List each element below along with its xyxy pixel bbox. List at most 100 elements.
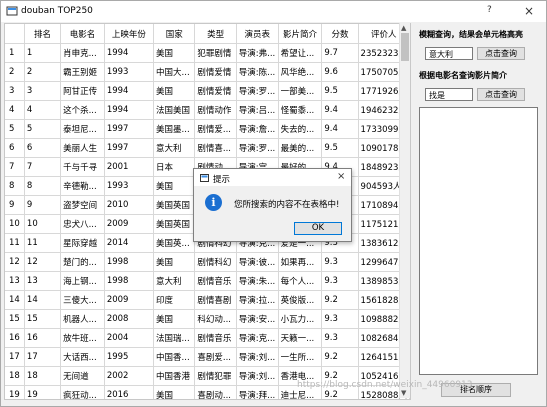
- table-cell[interactable]: 1994: [104, 81, 155, 101]
- scroll-thumb[interactable]: [401, 33, 409, 61]
- table-cell[interactable]: 2008: [104, 309, 155, 329]
- table-cell[interactable]: 肖申克...: [60, 43, 105, 63]
- table-cell[interactable]: 1: [24, 43, 62, 63]
- column-header[interactable]: 排名: [24, 24, 62, 44]
- table-cell[interactable]: 泰坦尼...: [60, 119, 105, 139]
- table-cell[interactable]: 2016: [104, 385, 155, 399]
- table-cell[interactable]: 9.6: [321, 62, 359, 82]
- table-cell[interactable]: 希望让...: [278, 43, 323, 63]
- table-cell[interactable]: 千与千寻: [60, 157, 105, 177]
- table-cell[interactable]: 剧情科幻: [194, 252, 237, 272]
- table-cell[interactable]: 美国墨...: [153, 119, 196, 139]
- table-cell[interactable]: 7: [24, 157, 62, 177]
- table-row[interactable]: 1 1 肖申克... 1994 美国 犯罪剧情 导演:弗... 希望让... 9.7 235232…: [5, 43, 410, 63]
- table-cell[interactable]: 风华绝...: [278, 62, 323, 82]
- column-header[interactable]: 国家: [153, 24, 196, 44]
- table-cell[interactable]: 海上钢...: [60, 271, 105, 291]
- table-cell[interactable]: 1998: [104, 252, 155, 272]
- table-cell[interactable]: 失去的...: [278, 119, 323, 139]
- table-cell[interactable]: 美国英国: [153, 214, 196, 234]
- table-cell[interactable]: 2009: [104, 214, 155, 234]
- table-cell[interactable]: 天籁一...: [278, 328, 323, 348]
- table-cell[interactable]: 剧情动作: [194, 100, 237, 120]
- table-cell[interactable]: 6: [24, 138, 62, 158]
- column-header[interactable]: 分数: [321, 24, 359, 44]
- table-cell[interactable]: 导演:朱...: [236, 271, 279, 291]
- table-cell[interactable]: 霸王别姬: [60, 62, 105, 82]
- table-cell[interactable]: 导演:陈...: [236, 62, 279, 82]
- table-cell[interactable]: 导演:詹...: [236, 119, 279, 139]
- table-cell[interactable]: 忠犬八...: [60, 214, 105, 234]
- table-cell[interactable]: 剧情犯罪: [194, 366, 237, 386]
- table-cell[interactable]: 印度: [153, 290, 196, 310]
- table-cell[interactable]: 喜剧爱...: [194, 347, 237, 367]
- table-cell[interactable]: 最美的...: [278, 138, 323, 158]
- table-cell[interactable]: 盗梦空间: [60, 195, 105, 215]
- dialog-close-button[interactable]: ×: [337, 171, 345, 182]
- table-cell[interactable]: 2009: [104, 290, 155, 310]
- column-header[interactable]: 演员表: [236, 24, 279, 44]
- table-cell[interactable]: 无间道: [60, 366, 105, 386]
- table-cell[interactable]: 17: [24, 347, 62, 367]
- table-cell[interactable]: 18: [24, 366, 62, 386]
- table-cell[interactable]: 美国: [153, 252, 196, 272]
- table-cell[interactable]: 9.3: [321, 328, 359, 348]
- table-cell[interactable]: 1995: [104, 347, 155, 367]
- table-cell[interactable]: 9.4: [321, 119, 359, 139]
- table-cell[interactable]: 日本: [153, 157, 196, 177]
- table-cell[interactable]: 1994: [104, 43, 155, 63]
- table-cell[interactable]: 9.4: [321, 100, 359, 120]
- table-cell[interactable]: 13: [24, 271, 62, 291]
- table-cell[interactable]: 放牛班...: [60, 328, 105, 348]
- table-cell[interactable]: 美丽人生: [60, 138, 105, 158]
- intro-search-button[interactable]: 点击查询: [477, 88, 525, 101]
- column-header[interactable]: 影片简介: [278, 24, 323, 44]
- table-cell[interactable]: 导演:克...: [236, 328, 279, 348]
- table-cell[interactable]: 科幻动...: [194, 309, 237, 329]
- table-cell[interactable]: 大话西...: [60, 347, 105, 367]
- table-cell[interactable]: 9.5: [321, 81, 359, 101]
- table-cell[interactable]: 4: [24, 100, 62, 120]
- table-cell[interactable]: 5: [24, 119, 62, 139]
- table-cell[interactable]: 15: [24, 309, 62, 329]
- table-row[interactable]: 2 2 霸王别姬 1993 中国大... 剧情爱情 导演:陈... 风华绝... 9.6 1750…: [5, 62, 410, 82]
- table-cell[interactable]: 法国美国: [153, 100, 196, 120]
- table-cell[interactable]: 2014: [104, 233, 155, 253]
- intro-search-input[interactable]: 找是: [425, 88, 473, 101]
- table-cell[interactable]: 1993: [104, 176, 155, 196]
- dialog-ok-button[interactable]: OK: [294, 222, 342, 235]
- table-cell[interactable]: 1994: [104, 100, 155, 120]
- table-cell[interactable]: 2: [24, 62, 62, 82]
- table-cell[interactable]: 10: [24, 214, 62, 234]
- table-cell[interactable]: 星际穿越: [60, 233, 105, 253]
- table-cell[interactable]: 1997: [104, 119, 155, 139]
- table-cell[interactable]: 9.3: [321, 271, 359, 291]
- table-cell[interactable]: 美国英国: [153, 195, 196, 215]
- table-cell[interactable]: 2010: [104, 195, 155, 215]
- column-header[interactable]: 上映年份: [104, 24, 155, 44]
- table-cell[interactable]: 导演:吕...: [236, 100, 279, 120]
- table-row[interactable]: 5 5 泰坦尼... 1997 美国墨... 剧情爱... 导演:詹... 失去的... 9.4…: [5, 119, 410, 139]
- table-cell[interactable]: 导演:安...: [236, 309, 279, 329]
- scroll-down-icon[interactable]: ▼: [401, 389, 406, 397]
- table-row[interactable]: 16 16 放牛班... 2004 法国瑞... 剧情音乐 导演:克... 天籁一... 9.3…: [5, 328, 410, 348]
- table-row[interactable]: 6 6 美丽人生 1997 意大利 剧情喜... 导演:罗... 最美的... 9.5 10901…: [5, 138, 410, 158]
- table-cell[interactable]: 2001: [104, 157, 155, 177]
- table-cell[interactable]: 犯罪剧情: [194, 43, 237, 63]
- table-cell[interactable]: 9.2: [321, 347, 359, 367]
- table-cell[interactable]: 剧情喜...: [194, 138, 237, 158]
- table-cell[interactable]: 导演:拉...: [236, 290, 279, 310]
- column-header[interactable]: 类型: [194, 24, 237, 44]
- table-row[interactable]: 3 3 阿甘正传 1994 美国 剧情爱情 导演:罗... 一部美... 9.5 1771926人: [5, 81, 410, 101]
- table-cell[interactable]: 9.3: [321, 252, 359, 272]
- table-cell[interactable]: 美国英...: [153, 233, 196, 253]
- table-cell[interactable]: 1998: [104, 271, 155, 291]
- table-row[interactable]: 17 17 大话西... 1995 中国香... 喜剧爱... 导演:刘... 一生所... 9…: [5, 347, 410, 367]
- table-cell[interactable]: 9.5: [321, 138, 359, 158]
- table-cell[interactable]: 美国: [153, 176, 196, 196]
- table-cell[interactable]: 14: [24, 290, 62, 310]
- table-cell[interactable]: 9: [24, 195, 62, 215]
- table-cell[interactable]: 8: [24, 176, 62, 196]
- table-cell[interactable]: 英俊版...: [278, 290, 323, 310]
- table-cell[interactable]: 导演:刘...: [236, 366, 279, 386]
